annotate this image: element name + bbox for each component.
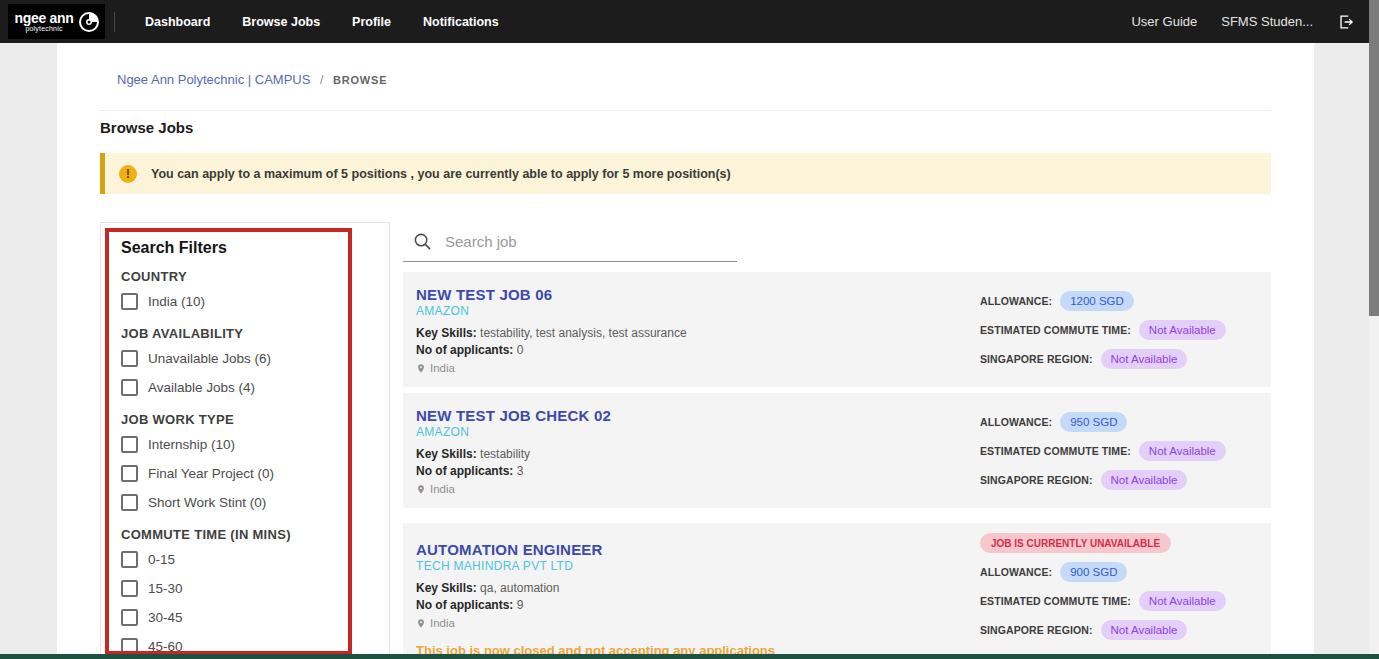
region-row: SINGAPORE REGION: Not Available: [980, 349, 1251, 369]
allowance-chip: 1200 SGD: [1060, 291, 1134, 311]
allowance-chip: 900 SGD: [1060, 562, 1127, 582]
nav-divider: [114, 12, 115, 32]
job-company: AMAZON: [416, 304, 980, 319]
search-input[interactable]: Search job: [445, 233, 517, 250]
location-pin-icon: [416, 617, 426, 630]
breadcrumb-link[interactable]: Ngee Ann Polytechnic | CAMPUS: [117, 72, 310, 87]
nav-item-profile[interactable]: Profile: [352, 15, 391, 29]
header-divider: [100, 110, 1271, 111]
job-key-skills: Key Skills: qa, automation: [416, 581, 980, 596]
warning-icon: !: [119, 165, 137, 183]
job-card[interactable]: NEW TEST JOB 06 AMAZON Key Skills: testa…: [403, 272, 1271, 387]
commute-chip: Not Available: [1139, 320, 1226, 340]
search-filters-panel: Search Filters COUNTRY India (10) JOB AV…: [100, 222, 390, 659]
job-location: India: [416, 616, 980, 631]
job-applicants: No of applicants: 3: [416, 464, 980, 479]
commute-chip: Not Available: [1139, 441, 1226, 461]
job-key-skills: Key Skills: testability: [416, 447, 980, 462]
page-scrollbar[interactable]: [1369, 0, 1379, 659]
commute-row: ESTIMATED COMMUTE TIME: Not Available: [980, 320, 1251, 340]
top-navbar: ngee ann polytechnic Dashboard Browse Jo…: [0, 0, 1369, 43]
nav-item-browse-jobs[interactable]: Browse Jobs: [242, 15, 320, 29]
max-positions-alert: ! You can apply to a maximum of 5 positi…: [100, 153, 1271, 194]
breadcrumb-separator: /: [320, 73, 323, 87]
job-title[interactable]: AUTOMATION ENGINEER: [416, 541, 980, 559]
job-search-bar[interactable]: Search job: [403, 222, 1271, 262]
scrollbar-thumb[interactable]: [1369, 0, 1379, 316]
job-location: India: [416, 361, 980, 376]
logo-text-line2: polytechnic: [14, 25, 73, 32]
region-chip: Not Available: [1101, 470, 1188, 490]
search-underline: [403, 261, 737, 262]
job-applicants: No of applicants: 0: [416, 343, 980, 358]
job-card[interactable]: AUTOMATION ENGINEER TECH MAHINDRA PVT LT…: [403, 523, 1271, 659]
job-company: AMAZON: [416, 425, 980, 440]
region-chip: Not Available: [1101, 620, 1188, 640]
main-surface: Ngee Ann Polytechnic | CAMPUS / BROWSE B…: [57, 43, 1314, 659]
bottom-window-edge: [0, 654, 1379, 659]
annotation-red-box: [105, 228, 352, 655]
account-menu[interactable]: SFMS Studen...: [1221, 14, 1313, 29]
job-location: India: [416, 482, 980, 497]
logout-icon[interactable]: [1337, 13, 1355, 31]
job-company: TECH MAHINDRA PVT LTD: [416, 559, 980, 574]
location-pin-icon: [416, 483, 426, 496]
user-guide-link[interactable]: User Guide: [1131, 14, 1197, 29]
allowance-row: ALLOWANCE: 1200 SGD: [980, 291, 1251, 311]
region-chip: Not Available: [1101, 349, 1188, 369]
job-title[interactable]: NEW TEST JOB 06: [416, 286, 980, 304]
commute-row: ESTIMATED COMMUTE TIME: Not Available: [980, 591, 1251, 611]
job-card[interactable]: NEW TEST JOB CHECK 02 AMAZON Key Skills:…: [403, 393, 1271, 508]
search-icon: [413, 232, 432, 251]
job-key-skills: Key Skills: testability, test analysis, …: [416, 326, 980, 341]
breadcrumb: Ngee Ann Polytechnic | CAMPUS / BROWSE: [117, 72, 387, 87]
commute-row: ESTIMATED COMMUTE TIME: Not Available: [980, 441, 1251, 461]
logo-emblem-icon: [79, 12, 99, 32]
nav-item-notifications[interactable]: Notifications: [423, 15, 499, 29]
logo-text-line1: ngee ann: [14, 11, 73, 25]
nav-item-dashboard[interactable]: Dashboard: [145, 15, 210, 29]
location-pin-icon: [416, 362, 426, 375]
ngee-ann-logo[interactable]: ngee ann polytechnic: [8, 4, 105, 39]
allowance-chip: 950 SGD: [1060, 412, 1127, 432]
commute-chip: Not Available: [1139, 591, 1226, 611]
job-applicants: No of applicants: 9: [416, 598, 980, 613]
allowance-row: ALLOWANCE: 900 SGD: [980, 562, 1251, 582]
job-title[interactable]: NEW TEST JOB CHECK 02: [416, 407, 980, 425]
breadcrumb-current: BROWSE: [333, 74, 387, 86]
region-row: SINGAPORE REGION: Not Available: [980, 620, 1251, 640]
allowance-row: ALLOWANCE: 950 SGD: [980, 412, 1251, 432]
region-row: SINGAPORE REGION: Not Available: [980, 470, 1251, 490]
job-unavailable-badge: JOB IS CURRENTLY UNAVAILABLE: [980, 533, 1171, 553]
page-title: Browse Jobs: [100, 119, 193, 136]
alert-text: You can apply to a maximum of 5 position…: [151, 167, 731, 181]
